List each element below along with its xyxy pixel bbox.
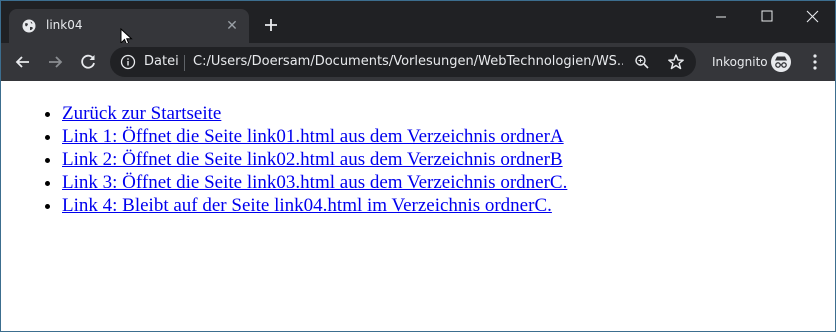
kebab-menu-icon[interactable]: [807, 53, 823, 71]
plus-icon[interactable]: [260, 14, 282, 36]
link-home[interactable]: Zurück zur Startseite: [62, 103, 221, 124]
zoom-icon[interactable]: [634, 54, 650, 70]
star-icon[interactable]: [667, 53, 685, 71]
list-item: Link 4: Bleibt auf der Seite link04.html…: [62, 194, 567, 217]
browser-window: link04 ✕ Datei C:/Users/Doersam/Document…: [0, 0, 836, 332]
window-close-icon[interactable]: [790, 1, 836, 33]
address-separator: [184, 55, 185, 71]
arrow-left-icon[interactable]: [12, 51, 34, 73]
reload-icon[interactable]: [77, 51, 99, 73]
link-1[interactable]: Link 1: Öffnet die Seite link01.html aus…: [62, 126, 564, 147]
link-list: Zurück zur Startseite Link 1: Öffnet die…: [62, 102, 567, 217]
minimize-icon[interactable]: [698, 1, 744, 33]
link-4[interactable]: Link 4: Bleibt auf der Seite link04.html…: [62, 195, 552, 216]
browser-toolbar: Datei C:/Users/Doersam/Documents/Vorlesu…: [1, 43, 835, 81]
list-item: Zurück zur Startseite: [62, 102, 567, 125]
url-text[interactable]: C:/Users/Doersam/Documents/Vorlesungen/W…: [193, 54, 623, 69]
link-2[interactable]: Link 2: Öffnet die Seite link02.html aus…: [62, 149, 563, 170]
maximize-icon[interactable]: [744, 1, 790, 33]
arrow-right-icon[interactable]: [44, 51, 66, 73]
list-item: Link 1: Öffnet die Seite link01.html aus…: [62, 125, 567, 148]
scheme-label: Datei: [144, 54, 179, 69]
incognito-icon[interactable]: [771, 52, 791, 72]
page-content: Zurück zur Startseite Link 1: Öffnet die…: [1, 81, 835, 331]
tab-title: link04: [46, 18, 83, 32]
address-bar[interactable]: Datei C:/Users/Doersam/Documents/Vorlesu…: [110, 47, 696, 77]
incognito-label[interactable]: Inkognito: [712, 55, 768, 69]
globe-icon: [22, 19, 36, 33]
list-item: Link 3: Öffnet die Seite link03.html aus…: [62, 171, 567, 194]
close-icon[interactable]: ✕: [224, 18, 240, 34]
link-3[interactable]: Link 3: Öffnet die Seite link03.html aus…: [62, 172, 567, 193]
list-item: Link 2: Öffnet die Seite link02.html aus…: [62, 148, 567, 171]
tab-strip: link04 ✕: [1, 1, 836, 47]
info-icon[interactable]: [120, 54, 136, 70]
